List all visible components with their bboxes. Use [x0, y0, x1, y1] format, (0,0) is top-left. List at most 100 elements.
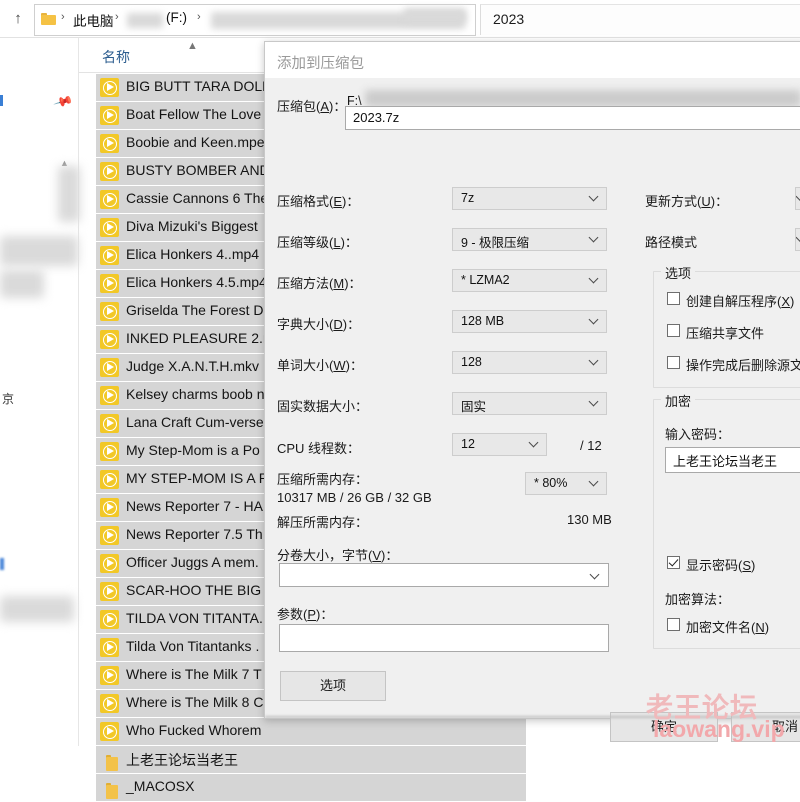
sort-ascending-icon: ▲	[187, 40, 198, 52]
file-name: INKED PLEASURE 2.m	[126, 330, 275, 346]
word-size-combo[interactable]: 128	[452, 351, 607, 374]
volume-size-combo-input[interactable]	[279, 563, 609, 587]
options-button[interactable]: 选项	[280, 671, 386, 701]
media-play-icon	[100, 638, 119, 657]
media-play-icon	[100, 106, 119, 125]
media-play-icon	[100, 218, 119, 237]
memory-compress-label: 压缩所需内存：	[277, 472, 369, 487]
file-name: Diva Mizuki's Biggest	[126, 218, 258, 234]
file-name: MY STEP-MOM IS A P	[126, 470, 269, 486]
list-item[interactable]: _MACOSX	[96, 774, 526, 802]
file-name: Cassie Cannons 6 The	[126, 190, 269, 206]
media-play-icon	[100, 470, 119, 489]
option-checkbox-2[interactable]	[667, 356, 680, 369]
dictionary-combo[interactable]: 128 MB	[452, 310, 607, 333]
folder-icon	[100, 750, 119, 771]
file-name: Elica Honkers 4.5.mp4	[126, 274, 267, 290]
folder-icon	[41, 13, 56, 25]
archive-name-input[interactable]: 2023.7z	[345, 106, 800, 130]
cpu-threads-label: CPU 线程数：	[277, 441, 361, 456]
cpu-threads-combo[interactable]: 12	[452, 433, 547, 456]
media-play-icon	[100, 610, 119, 629]
memory-decompress-value: 130 MB	[567, 512, 612, 527]
media-play-icon	[100, 442, 119, 461]
tab-label: 2023	[493, 11, 525, 27]
file-name: Lana Craft Cum-verse	[126, 414, 264, 430]
dialog-title: 添加到压缩包	[277, 56, 364, 72]
chevron-down-icon	[530, 438, 539, 447]
nav-label-partial[interactable]: 京	[2, 390, 14, 407]
chevron-down-icon	[590, 274, 599, 283]
column-header-name[interactable]: 名称	[102, 47, 130, 67]
memory-compress-value: 10317 MB / 26 GB / 32 GB	[277, 490, 432, 505]
media-play-icon	[100, 246, 119, 265]
level-combo[interactable]: 9 - 极限压缩	[452, 228, 607, 251]
option-checkbox-0[interactable]	[667, 292, 680, 305]
list-item[interactable]: 上老王论坛当老王	[96, 746, 526, 774]
file-name: Where is The Milk 7 T	[126, 666, 262, 682]
solid-block-combo[interactable]: 固实	[452, 392, 607, 415]
file-name: News Reporter 7.5 Th	[126, 526, 263, 542]
address-redacted-extra	[404, 8, 466, 23]
media-play-icon	[100, 134, 119, 153]
encrypt-filenames-checkbox[interactable]	[667, 618, 680, 631]
dialog-titlebar: 添加到压缩包	[265, 42, 800, 78]
file-name: Where is The Milk 8 C	[126, 694, 264, 710]
breadcrumb-this-pc[interactable]: 此电脑	[73, 10, 114, 30]
up-arrow-icon[interactable]: ↑	[8, 9, 28, 29]
method-combo[interactable]: * LZMA2	[452, 269, 607, 292]
archive-path-redacted	[365, 90, 800, 107]
show-password-checkbox[interactable]	[667, 556, 680, 569]
option-label-2: 操作完成后删除源文件	[686, 358, 800, 373]
password-label: 输入密码：	[665, 427, 731, 442]
option-checkbox-1[interactable]	[667, 324, 680, 337]
parameters-input[interactable]	[279, 624, 609, 652]
file-name: SCAR-HOO THE BIG ..	[126, 582, 273, 598]
media-play-icon	[100, 162, 119, 181]
pin-icon[interactable]: 📌	[52, 91, 74, 113]
tab-2023[interactable]: 2023	[480, 4, 800, 35]
add-to-archive-dialog: 添加到压缩包 压缩包(A)： F:\ ▼ 2023.7z 压缩格式(E)： 7z…	[264, 41, 800, 742]
nav-accent-marker-2	[0, 558, 4, 570]
file-name: Kelsey charms boob n	[126, 386, 265, 402]
format-combo[interactable]: 7z	[452, 187, 607, 210]
chevron-down-icon	[590, 477, 599, 486]
list-item[interactable]: Who Fucked Whorem	[96, 718, 526, 746]
encryption-algorithm-label: 加密算法：	[665, 592, 731, 607]
breadcrumb-drive[interactable]: (F:)	[166, 10, 187, 25]
file-name: My Step-Mom is a Po	[126, 442, 260, 458]
file-name: Officer Juggs A mem.	[126, 554, 259, 570]
file-name: Boobie and Keen.mpe	[126, 134, 265, 150]
parameters-label: 参数(P)：	[277, 607, 334, 622]
method-label: 压缩方法(M)：	[277, 276, 362, 291]
path-mode-combo[interactable]	[795, 228, 800, 251]
chevron-down-icon	[590, 315, 599, 324]
file-name: Boat Fellow The Love	[126, 106, 262, 122]
media-play-icon	[100, 498, 119, 517]
file-name: Tilda Von Titantanks .	[126, 638, 260, 654]
media-play-icon	[100, 526, 119, 545]
breadcrumb-redacted-name	[127, 13, 163, 28]
password-input[interactable]: 上老王论坛当老王	[665, 447, 800, 473]
level-label: 压缩等级(L)：	[277, 235, 358, 250]
file-name: Griselda The Forest D	[126, 302, 264, 318]
show-password-label: 显示密码(S)	[686, 558, 756, 573]
media-play-icon	[100, 78, 119, 97]
breadcrumb-separator-2: ›	[115, 11, 119, 23]
option-label-0: 创建自解压程序(X)	[686, 294, 795, 309]
file-name: Elica Honkers 4..mp4	[126, 246, 260, 262]
update-mode-label: 更新方式(U)：	[645, 194, 729, 209]
update-mode-combo[interactable]	[795, 187, 800, 210]
memory-decompress-label: 解压所需内存：	[277, 515, 369, 530]
nav-redacted-3	[0, 270, 44, 298]
memory-percent-combo[interactable]: * 80%	[525, 472, 607, 495]
encrypt-filenames-label: 加密文件名(N)	[686, 620, 770, 635]
chevron-down-icon	[590, 356, 599, 365]
nav-redacted-4	[0, 596, 74, 622]
file-name: TILDA VON TITANTA.	[126, 610, 263, 626]
file-name: Judge X.A.N.T.H.mkv	[126, 358, 260, 374]
option-label-1: 压缩共享文件	[686, 326, 765, 341]
options-group-title: 选项	[661, 263, 696, 282]
folder-icon	[100, 778, 119, 799]
media-play-icon	[100, 414, 119, 433]
